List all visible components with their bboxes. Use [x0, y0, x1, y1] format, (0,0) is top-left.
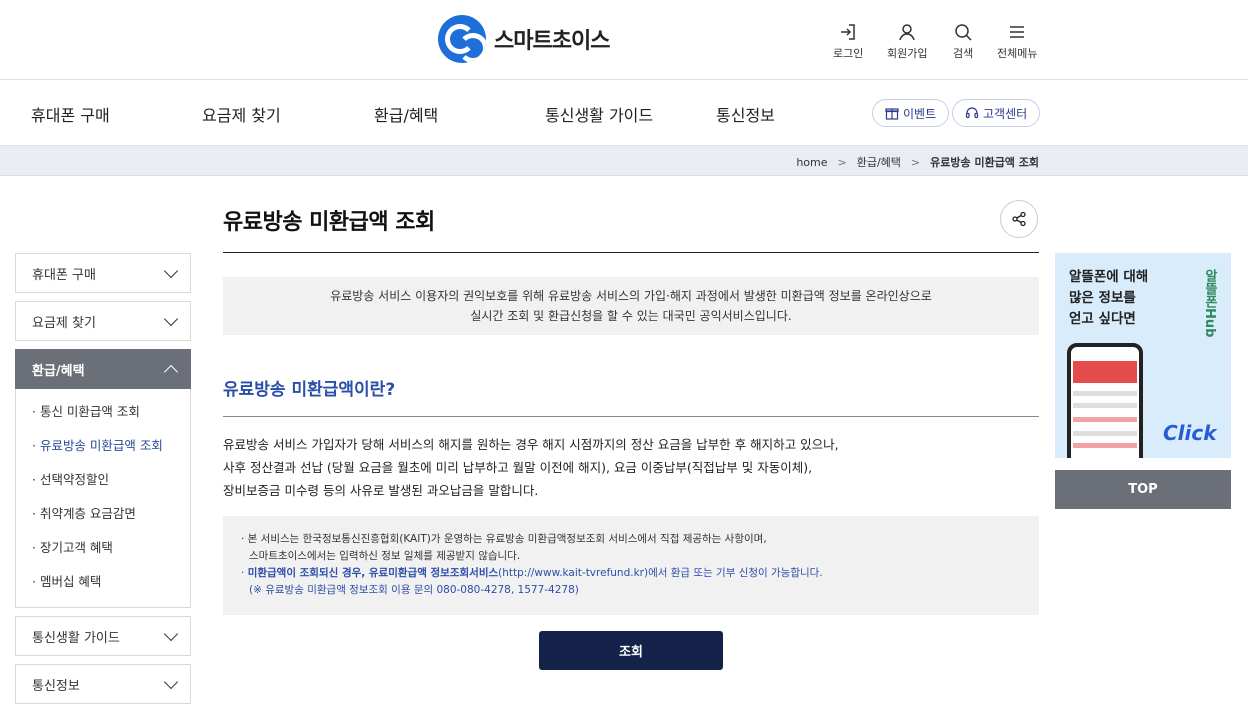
banner-line: 알뜰폰에 대해: [1069, 269, 1149, 285]
banner-brand-logo: 알뜰폰Hub: [1202, 269, 1217, 338]
phone-screen-row: [1073, 417, 1137, 422]
notice-refund-link[interactable]: (http://www.kait-tvrefund.kr)에서 환급 또는 기부…: [498, 567, 823, 579]
notice-line-highlight: · 미환급액이 조회되신 경우, 유료미환급액 정보조회서비스(http://w…: [241, 567, 823, 579]
phone-screen-header: [1073, 361, 1137, 383]
nav-telecom-guide[interactable]: 통신생활 가이드: [545, 102, 653, 126]
notice-box: · 본 서비스는 한국정보통신진흥협회(KAIT)가 운영하는 유료방송 미환급…: [223, 516, 1039, 615]
chevron-down-icon: [163, 311, 179, 326]
submenu-telecom-refund[interactable]: · 통신 미환급액 조회: [16, 395, 190, 429]
description-line: 사후 정산결과 선납 (당월 요금을 월초에 미리 납부하고 월말 이전에 해지…: [223, 460, 813, 475]
sidebar-item-label: 환급/혜택: [32, 363, 85, 379]
sidebar-item-label: 요금제 찾기: [32, 315, 96, 331]
banner-line: 얻고 싶다면: [1069, 311, 1136, 327]
description-line: 유료방송 서비스 가입자가 당해 서비스의 해지를 원하는 경우 해지 시점까지…: [223, 437, 839, 452]
notice-highlight-bold: 미환급액이 조회되신 경우, 유료미환급액 정보조회서비스: [247, 567, 499, 579]
lookup-button[interactable]: 조회: [539, 631, 723, 670]
user-icon: [899, 24, 915, 41]
signup-button[interactable]: 회원가입: [887, 22, 927, 61]
sidebar-item-telecom-info[interactable]: 통신정보: [15, 664, 191, 704]
notice-line: 스마트초이스에서는 입력하신 정보 일체를 제공받지 않습니다.: [249, 550, 521, 562]
login-label: 로그인: [833, 47, 864, 60]
nav-refund-benefit[interactable]: 환급/혜택: [374, 102, 438, 126]
notice-contact: (※ 유료방송 미환급액 정보조회 이용 문의 080-080-4278, 15…: [249, 584, 579, 596]
breadcrumb-section[interactable]: 환급/혜택: [857, 154, 901, 170]
submenu-membership-benefit[interactable]: · 멤버십 혜택: [16, 565, 190, 599]
banner-click-text: Click: [1163, 421, 1217, 445]
signup-label: 회원가입: [887, 47, 928, 60]
logo-text: 스마트초이스: [494, 29, 610, 54]
all-menu-label: 전체메뉴: [997, 47, 1038, 60]
headset-icon: [965, 107, 979, 119]
customer-center-button[interactable]: 고객센터: [952, 99, 1041, 127]
chevron-down-icon: [163, 626, 179, 641]
mvno-hub-banner[interactable]: 알뜰폰에 대해 많은 정보를 얻고 싶다면 알뜰폰Hub Click: [1055, 253, 1231, 458]
top-button[interactable]: TOP: [1055, 470, 1231, 509]
logo-icon: [438, 15, 486, 63]
phone-screen-row: [1073, 443, 1137, 448]
login-icon: [841, 24, 855, 40]
submenu-contract-discount[interactable]: · 선택약정할인: [16, 463, 190, 497]
sidebar-item-plan-search[interactable]: 요금제 찾기: [15, 301, 191, 341]
site-logo[interactable]: 스마트초이스: [438, 15, 610, 63]
search-label: 검색: [953, 47, 974, 60]
event-button[interactable]: 이벤트: [872, 99, 950, 127]
chevron-right-icon: >: [837, 155, 847, 169]
all-menu-button[interactable]: 전체메뉴: [997, 22, 1037, 61]
chevron-down-icon: [163, 674, 179, 689]
submenu-paytv-refund[interactable]: · 유료방송 미환급액 조회: [16, 429, 190, 463]
phone-illustration: [1067, 343, 1143, 458]
breadcrumb-current: 유료방송 미환급액 조회: [930, 156, 1039, 169]
notice-line: · 본 서비스는 한국정보통신진흥협회(KAIT)가 운영하는 유료방송 미환급…: [241, 533, 767, 545]
share-button[interactable]: [1000, 200, 1038, 238]
intro-box: 유료방송 서비스 이용자의 권익보호를 위해 유료방송 서비스의 가입·해지 과…: [223, 277, 1039, 335]
title-divider: [223, 252, 1039, 253]
breadcrumb: home > 환급/혜택 > 유료방송 미환급액 조회: [796, 154, 1039, 170]
sidebar-item-label: 통신정보: [32, 678, 80, 694]
sidebar-item-refund-benefit[interactable]: 환급/혜택: [15, 349, 191, 389]
chevron-up-icon: [163, 364, 179, 379]
page-title: 유료방송 미환급액 조회: [223, 210, 435, 235]
nav-phone-purchase[interactable]: 휴대폰 구매: [31, 102, 110, 126]
banner-text: 알뜰폰에 대해 많은 정보를 얻고 싶다면: [1069, 267, 1148, 330]
login-button[interactable]: 로그인: [833, 22, 863, 61]
sidebar: 휴대폰 구매 요금제 찾기 환급/혜택 · 통신 미환급액 조회 · 유료방송 …: [15, 253, 191, 712]
sidebar-item-phone-purchase[interactable]: 휴대폰 구매: [15, 253, 191, 293]
sidebar-item-label: 휴대폰 구매: [32, 267, 96, 283]
nav-plan-search[interactable]: 요금제 찾기: [202, 102, 281, 126]
phone-screen-row: [1073, 391, 1137, 396]
sidebar-submenu: · 통신 미환급액 조회 · 유료방송 미환급액 조회 · 선택약정할인 · 취…: [15, 389, 191, 608]
search-icon: [955, 24, 972, 41]
sidebar-item-label: 통신생활 가이드: [32, 630, 120, 646]
intro-text-line: 유료방송 서비스 이용자의 권익보호를 위해 유료방송 서비스의 가입·해지 과…: [330, 289, 932, 303]
chevron-down-icon: [163, 263, 179, 278]
share-icon: [1012, 211, 1026, 227]
chevron-right-icon: >: [910, 155, 921, 169]
section-divider: [223, 416, 1039, 417]
section-title: 유료방송 미환급액이란?: [223, 380, 396, 400]
customer-center-label: 고객센터: [983, 106, 1028, 121]
top-header: 스마트초이스 로그인 회원가입 검색 전체메뉴: [0, 0, 1248, 80]
phone-screen-row: [1073, 403, 1137, 408]
menu-icon: [1010, 26, 1025, 38]
search-button[interactable]: 검색: [953, 22, 973, 61]
submenu-vulnerable-discount[interactable]: · 취약계층 요금감면: [16, 497, 190, 531]
nav-telecom-info[interactable]: 통신정보: [716, 102, 775, 126]
event-label: 이벤트: [903, 106, 937, 121]
description: 유료방송 서비스 가입자가 당해 서비스의 해지를 원하는 경우 해지 시점까지…: [223, 433, 1039, 502]
intro-text-line: 실시간 조회 및 환급신청을 할 수 있는 대국민 공익서비스입니다.: [470, 309, 792, 323]
banner-line: 많은 정보를: [1069, 290, 1136, 306]
breadcrumb-bar: home > 환급/혜택 > 유료방송 미환급액 조회: [0, 146, 1248, 176]
sidebar-item-telecom-guide[interactable]: 통신생활 가이드: [15, 616, 191, 656]
phone-screen-row: [1073, 431, 1137, 436]
description-line: 장비보증금 미수령 등의 사유로 발생된 과오납금을 말합니다.: [223, 483, 539, 498]
gift-icon: [885, 108, 899, 120]
submenu-long-term-benefit[interactable]: · 장기고객 혜택: [16, 531, 190, 565]
main-navigation: 휴대폰 구매 요금제 찾기 환급/혜택 통신생활 가이드 통신정보 이벤트 고객…: [0, 80, 1248, 146]
breadcrumb-home[interactable]: home: [796, 156, 827, 169]
